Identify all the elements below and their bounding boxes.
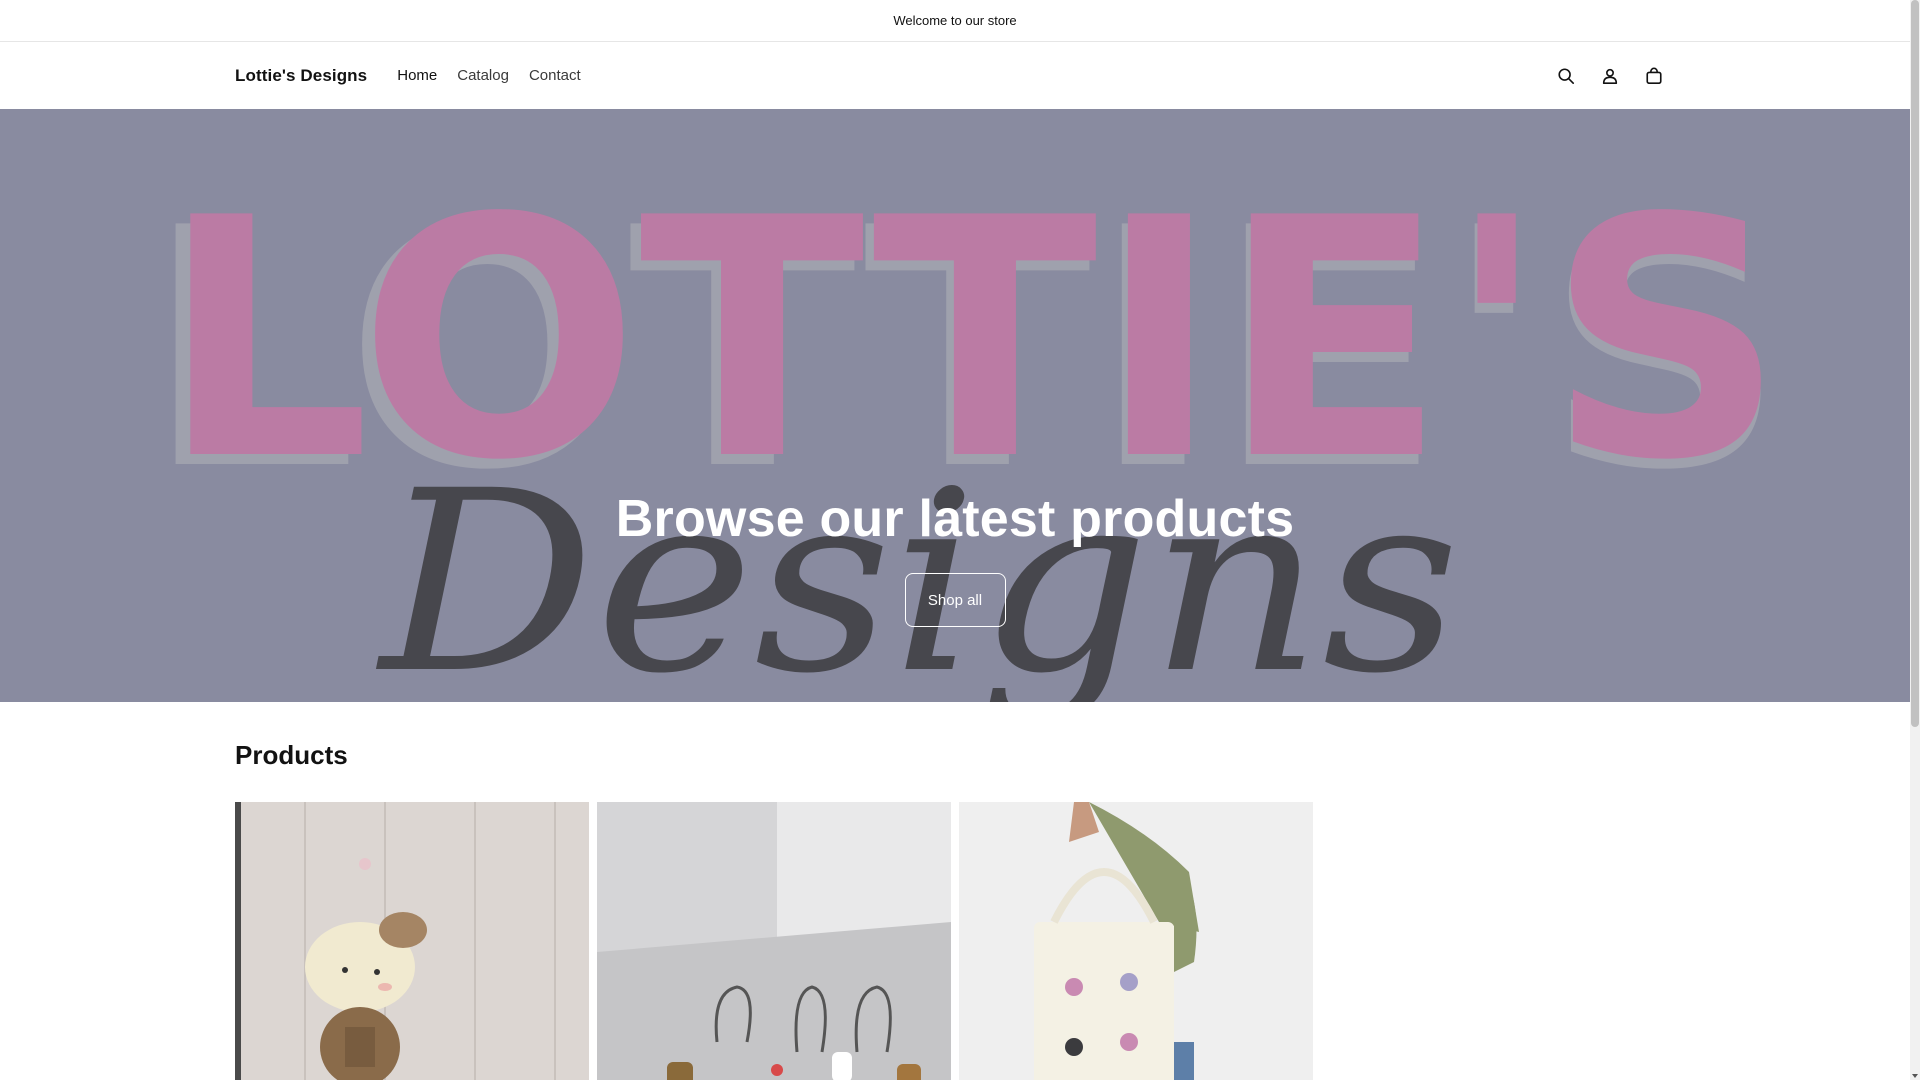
site-header: Lottie's Designs Home Catalog Contact [0,42,1910,109]
nav-contact[interactable]: Contact [519,67,591,84]
page: Welcome to our store Lottie's Designs Ho… [0,0,1910,1080]
product-card-tote-bag[interactable] [959,802,1313,1080]
shop-all-button[interactable]: Shop all [904,573,1006,627]
page-scrollbar[interactable] [1910,0,1920,1080]
product-card-plush-keychain[interactable] [235,802,589,1080]
product-grid [235,802,1313,1080]
hero-content: Browse our latest products Shop all [0,489,1910,627]
search-icon[interactable] [1554,64,1578,88]
products-section: Products [235,740,1313,1080]
store-logo[interactable]: Lottie's Designs [235,66,367,86]
scrollbar-thumb[interactable] [1911,0,1919,727]
cart-icon[interactable] [1642,64,1666,88]
nav-catalog[interactable]: Catalog [447,67,519,84]
announcement-bar: Welcome to our store [0,0,1910,42]
product-image-tote [959,802,1313,1080]
hero-title: Browse our latest products [615,490,1295,548]
announcement-text: Welcome to our store [893,13,1017,28]
header-icons [1554,42,1666,109]
product-card-phone-charms[interactable] [597,802,951,1080]
product-image-plush [235,802,589,1080]
nav-home[interactable]: Home [387,67,447,84]
main-nav: Home Catalog Contact [387,67,590,84]
hero-banner: LOTTIE'S LOTTIE'S Designs Browse our lat… [0,109,1910,702]
scroll-down-arrow-icon[interactable] [1912,1074,1918,1078]
products-heading: Products [235,740,348,770]
account-icon[interactable] [1598,64,1622,88]
product-image-charms [597,802,951,1080]
